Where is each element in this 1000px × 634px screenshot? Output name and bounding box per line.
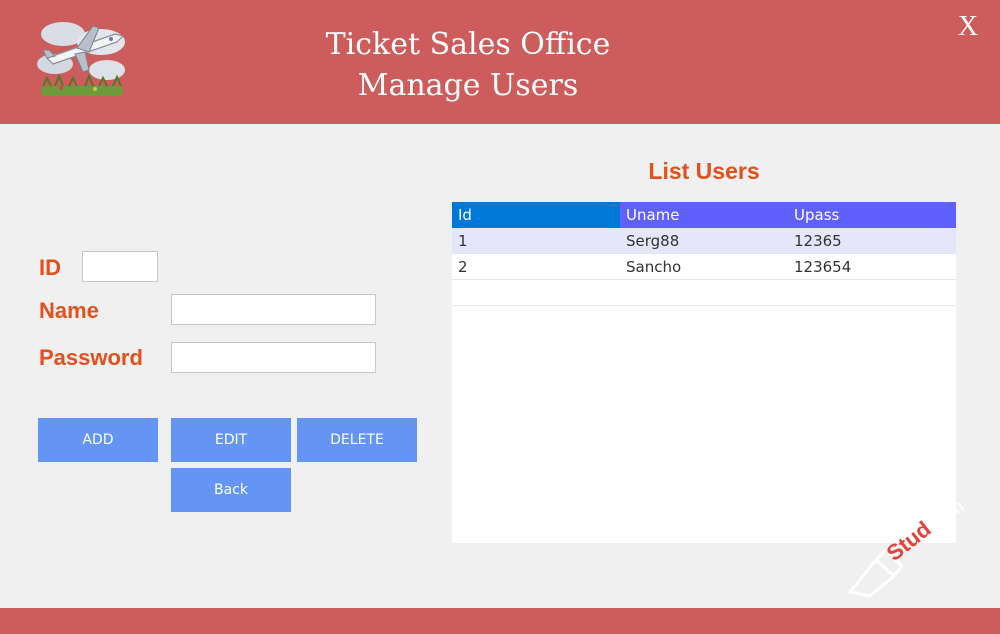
cell-upass: 12365 [794, 232, 842, 250]
table-row[interactable]: 1 Serg88 12365 [452, 228, 956, 254]
window-title: Ticket Sales Office Manage Users [268, 24, 668, 106]
title-line-2: Manage Users [357, 68, 579, 103]
list-users-title: List Users [648, 158, 760, 184]
grid-header: Id Uname Upass [452, 202, 956, 228]
cell-id: 1 [458, 232, 468, 250]
bottom-bar [0, 608, 1000, 634]
name-input[interactable] [171, 294, 376, 325]
title-bar: Ticket Sales Office Manage Users X [0, 0, 1000, 124]
new-row-placeholder[interactable] [452, 280, 956, 306]
watermark-text: Stud [882, 516, 936, 566]
id-input[interactable] [82, 251, 158, 282]
password-input[interactable] [171, 342, 376, 373]
id-label: ID [39, 255, 61, 280]
password-label: Password [39, 345, 143, 370]
add-button[interactable]: ADD [38, 418, 158, 462]
watermark-text-suffix: ium [930, 496, 968, 531]
edit-button[interactable]: EDIT [171, 418, 291, 462]
column-header-id[interactable]: Id [452, 202, 620, 228]
name-label: Name [39, 298, 99, 323]
close-button[interactable]: X [952, 10, 984, 44]
column-header-uname[interactable]: Uname [620, 202, 788, 228]
airplane-logo-icon [37, 22, 125, 96]
cell-uname: Sancho [626, 258, 682, 276]
table-row[interactable]: 2 Sancho 123654 [452, 254, 956, 280]
cell-upass: 123654 [794, 258, 852, 276]
back-button[interactable]: Back [171, 468, 291, 512]
cell-id: 2 [458, 258, 468, 276]
watermark: Stud ium [848, 496, 968, 598]
delete-button[interactable]: DELETE [297, 418, 417, 462]
cell-uname: Serg88 [626, 232, 680, 250]
column-header-upass[interactable]: Upass [788, 202, 956, 228]
title-line-1: Ticket Sales Office [325, 27, 611, 62]
